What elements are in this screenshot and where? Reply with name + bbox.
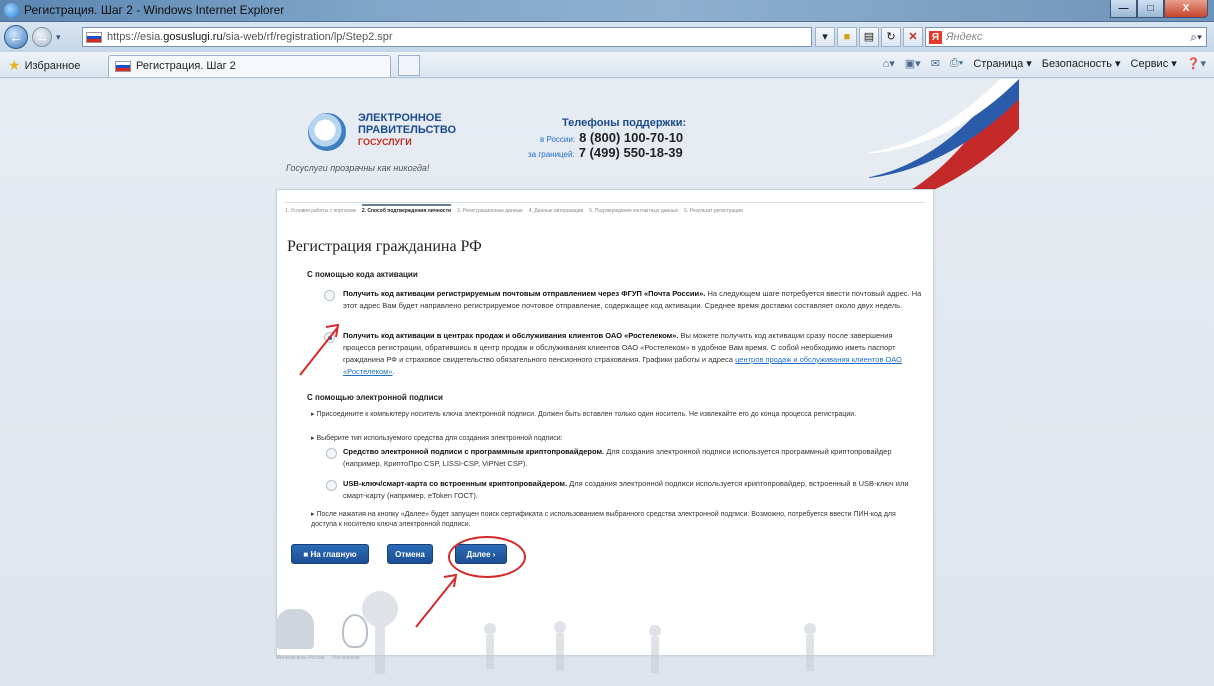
lock-icon[interactable]: ■ [837, 27, 857, 47]
tab-title: Регистрация. Шаг 2 [136, 60, 236, 72]
favorites-label: Избранное [24, 59, 81, 72]
bullet-choose-type: ▸ Выберите тип используемого средства дл… [311, 435, 563, 442]
address-url[interactable]: https://esia.gosuslugi.ru/sia-web/rf/reg… [107, 31, 393, 43]
browser-tab[interactable]: Регистрация. Шаг 2 [108, 55, 391, 77]
help-icon[interactable]: ❓▾ [1187, 57, 1206, 70]
step-3: 3. Регистрационные данные [457, 208, 523, 214]
back-button[interactable]: ← [4, 25, 28, 49]
radio-post-option[interactable] [324, 290, 335, 301]
close-window-button[interactable]: X [1164, 0, 1208, 18]
refresh-icon[interactable]: ↻ [881, 27, 901, 47]
step-4: 4. Данные авторизации [528, 208, 584, 214]
window-title: Регистрация. Шаг 2 - Windows Internet Ex… [24, 3, 285, 17]
minimize-button[interactable]: — [1110, 0, 1137, 18]
home-icon[interactable]: ⌂▾ [883, 57, 895, 70]
internet-explorer-icon [4, 3, 19, 18]
steps-divider [285, 202, 925, 203]
slogan: Госуслуги прозрачны как никогда! [286, 163, 430, 173]
page-title: Регистрация гражданина РФ [287, 238, 482, 255]
yandex-logo-icon: Я [929, 31, 942, 44]
option-post-text: Получить код активации регистрируемым по… [343, 289, 922, 310]
feeds-icon[interactable]: ▣▾ [905, 57, 921, 70]
logo-line-3[interactable]: ГОСУСЛУГИ [358, 137, 412, 147]
gosuslugi-logo-icon[interactable] [306, 111, 348, 153]
logo-line-1[interactable]: ЭЛЕКТРОННОЕ [358, 112, 442, 124]
option-software-text: Средство электронной подписи с программн… [343, 447, 892, 468]
step-5: 5. Подтверждение контактных данных [589, 208, 679, 214]
print-icon[interactable]: ⎙▾ [950, 57, 963, 70]
search-icon[interactable]: ⌕▾ [1190, 30, 1202, 45]
address-bar[interactable]: https://esia.gosuslugi.ru/sia-web/rf/reg… [82, 27, 812, 47]
mail-icon[interactable]: ✉ [931, 57, 940, 70]
forward-button[interactable]: → [32, 27, 52, 47]
abroad-phone: за границей: 7 (499) 550-18-39 [528, 145, 683, 160]
bullet-after-next: ▸ После нажатия на кнопку «Далее» будет … [311, 511, 896, 528]
step-6: 6. Результат регистрации [684, 208, 743, 214]
page-menu[interactable]: Страница ▾ [973, 57, 1031, 70]
new-tab-button[interactable] [398, 55, 420, 76]
site-header: ЭЛЕКТРОННОЕ ПРАВИТЕЛЬСТВО ГОСУСЛУГИ Госу… [278, 103, 938, 191]
service-menu[interactable]: Сервис ▾ [1131, 57, 1177, 70]
option-rostelecom-text: Получить код активации в центрах продаж … [343, 331, 902, 376]
rostelecom-logo-icon [342, 614, 368, 648]
russia-phone: в России: 8 (800) 100-70-10 [540, 130, 684, 145]
option-usb-text: USB-ключ/смарт-карта со встроенным крипт… [343, 479, 909, 500]
history-dropdown-icon[interactable]: ▾ [56, 32, 61, 43]
logo-line-2[interactable]: ПРАВИТЕЛЬСТВО [358, 124, 456, 136]
navigation-bar: ← → ▾ https://esia.gosuslugi.ru/sia-web/… [0, 22, 1214, 52]
favorites-bar: ★ Избранное Регистрация. Шаг 2 ⌂▾ ▣▾ ✉ ⎙… [0, 52, 1214, 78]
background-silhouettes [362, 591, 816, 674]
ministry-label: Минкомсвязь России [276, 655, 325, 661]
step-2-active: 2. Способ подтверждения личности [361, 204, 452, 214]
radio-usb-key[interactable] [326, 480, 337, 491]
stop-icon[interactable]: ✕ [903, 27, 923, 47]
window-title-bar: Регистрация. Шаг 2 - Windows Internet Ex… [0, 0, 1214, 22]
tab-flag-icon [115, 61, 131, 72]
section-signature: С помощью электронной подписи [307, 393, 443, 402]
registration-steps: 1. Условия работы с порталом 2. Способ п… [285, 204, 925, 214]
search-placeholder[interactable]: Яндекс [946, 31, 982, 43]
annotation-arrow-radio [299, 323, 340, 376]
step-1: 1. Условия работы с порталом [285, 208, 356, 214]
compatibility-view-icon[interactable]: ▤ [859, 27, 879, 47]
site-flag-icon [86, 32, 102, 43]
coat-of-arms-icon [276, 609, 314, 649]
star-icon: ★ [8, 57, 21, 73]
favorites-button[interactable]: ★ Избранное [8, 57, 80, 74]
security-menu[interactable]: Безопасность ▾ [1042, 57, 1121, 70]
radio-software-crypto[interactable] [326, 448, 337, 459]
support-phones-title: Телефоны поддержки: [562, 117, 687, 129]
rostelecom-label: Ростелеком [332, 655, 360, 661]
page-viewport: ЭЛЕКТРОННОЕ ПРАВИТЕЛЬСТВО ГОСУСЛУГИ Госу… [0, 79, 1214, 686]
maximize-button[interactable]: □ [1137, 0, 1164, 18]
bullet-connect-key: ▸ Присоедините к компьютеру носитель клю… [311, 411, 857, 418]
dropdown-icon[interactable]: ▾ [815, 27, 835, 47]
section-activation-code: С помощью кода активации [307, 270, 418, 279]
cancel-button[interactable]: Отмена [387, 544, 433, 564]
search-box[interactable]: Я Яндекс ⌕▾ [925, 27, 1207, 47]
home-button[interactable]: ■ На главную [291, 544, 369, 564]
